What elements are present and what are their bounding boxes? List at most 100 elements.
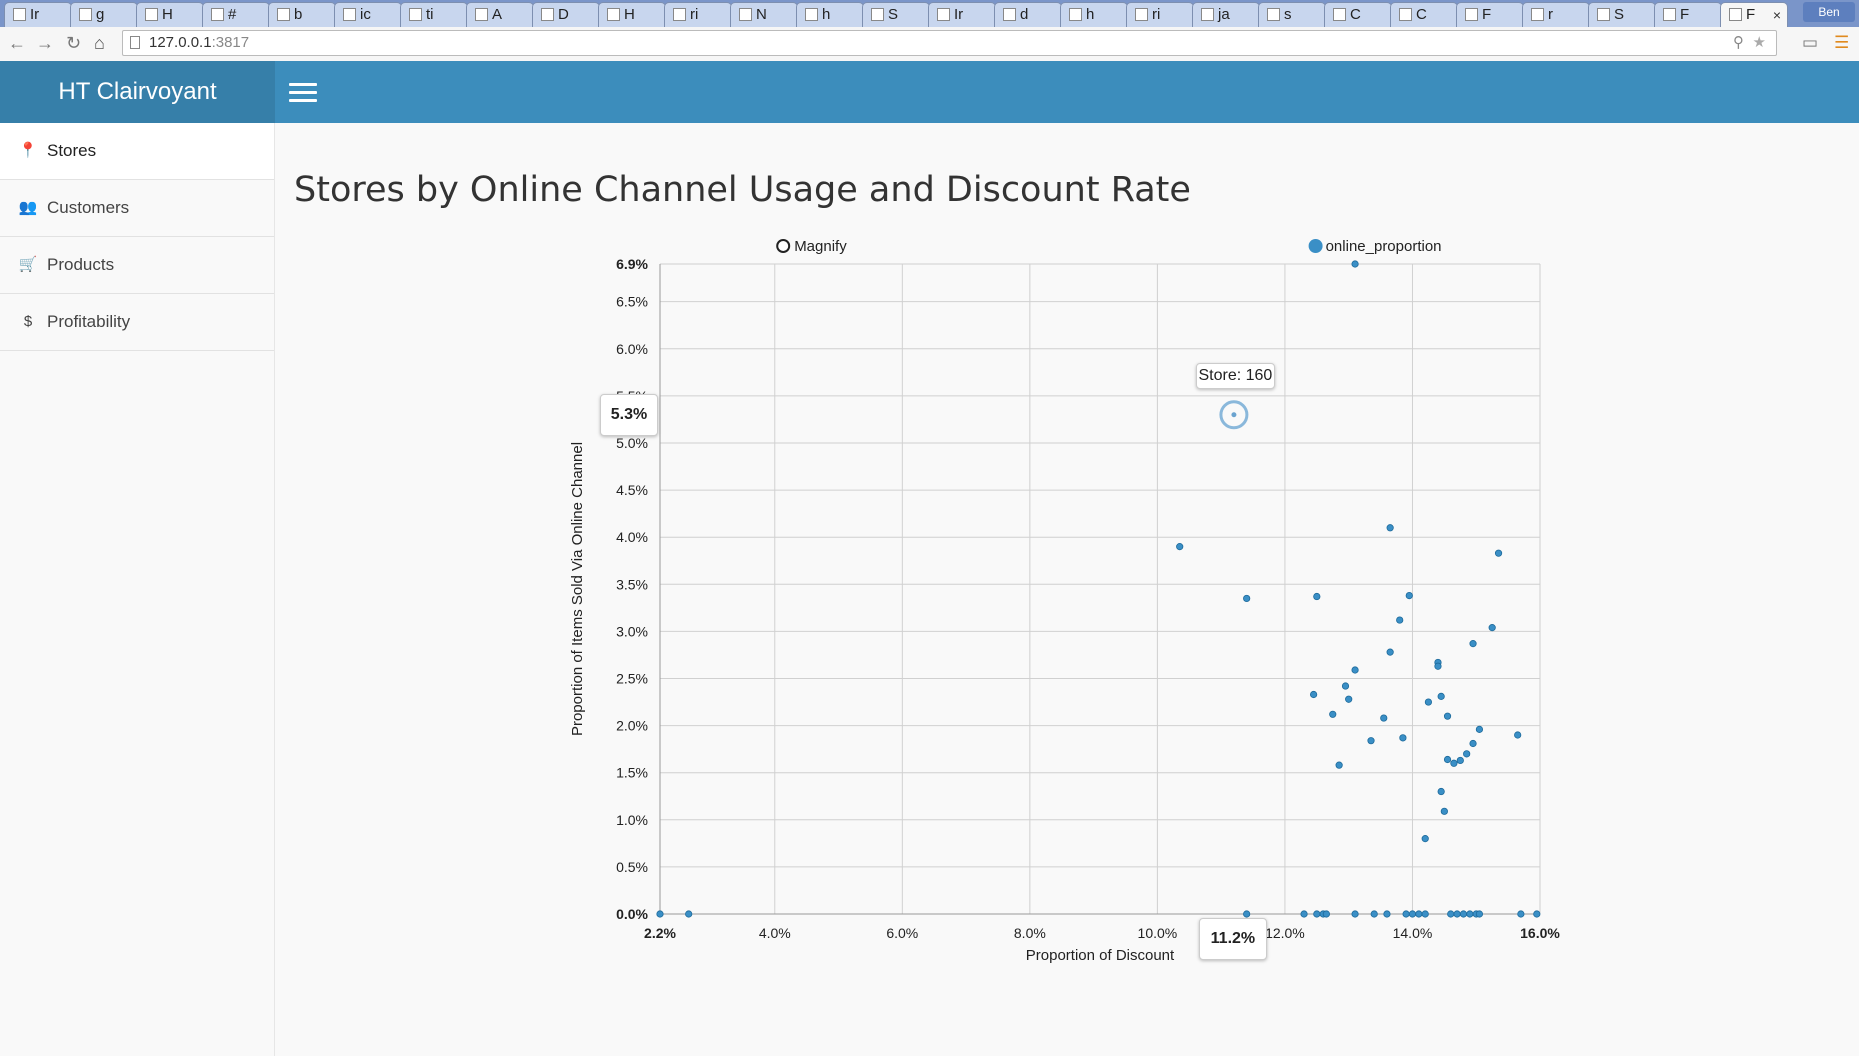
- browser-tab[interactable]: ti: [400, 2, 468, 27]
- data-point[interactable]: [1313, 592, 1321, 601]
- browser-tab[interactable]: #: [202, 2, 270, 27]
- data-point[interactable]: [1469, 739, 1477, 748]
- data-point[interactable]: [1396, 616, 1404, 624]
- data-point[interactable]: [1351, 910, 1359, 918]
- browser-tab[interactable]: d: [994, 2, 1062, 27]
- data-point[interactable]: [1466, 910, 1474, 918]
- forward-icon[interactable]: →: [36, 33, 54, 53]
- data-point[interactable]: [1310, 690, 1318, 699]
- data-point[interactable]: [1434, 662, 1442, 670]
- sidebar-item-products[interactable]: 🛒 Products: [0, 237, 274, 294]
- data-point[interactable]: [1453, 910, 1461, 918]
- browser-tab[interactable]: ri: [1126, 2, 1194, 27]
- data-point[interactable]: [1329, 710, 1337, 718]
- data-point[interactable]: [1322, 910, 1330, 918]
- data-point[interactable]: [1494, 549, 1503, 557]
- data-point[interactable]: [1475, 910, 1484, 918]
- data-point[interactable]: [1380, 714, 1388, 722]
- data-point[interactable]: [1443, 712, 1452, 720]
- sidebar-item-customers[interactable]: 👥 Customers: [0, 180, 274, 237]
- browser-tab[interactable]: r: [1522, 2, 1590, 27]
- data-point[interactable]: [1313, 910, 1321, 918]
- data-point[interactable]: [1443, 755, 1452, 764]
- data-point[interactable]: [1488, 624, 1496, 632]
- data-point[interactable]: [1399, 734, 1407, 742]
- browser-tab[interactable]: g: [70, 2, 138, 27]
- data-point[interactable]: [656, 910, 664, 918]
- reload-icon[interactable]: ↻: [66, 33, 81, 53]
- data-point[interactable]: [1447, 910, 1455, 918]
- data-point[interactable]: [1463, 750, 1471, 758]
- data-point[interactable]: [1533, 910, 1541, 918]
- browser-tab[interactable]: F: [1654, 2, 1722, 27]
- sidebar-item-stores[interactable]: 📍 Stores: [0, 123, 274, 180]
- legend-magnify-label[interactable]: Magnify: [794, 238, 847, 255]
- browser-tab[interactable]: H: [598, 2, 666, 27]
- back-icon[interactable]: ←: [8, 33, 26, 53]
- data-point[interactable]: [1456, 756, 1464, 765]
- legend-series-label[interactable]: online_proportion: [1326, 238, 1442, 255]
- browser-tab[interactable]: ja: [1192, 2, 1260, 27]
- menu-icon[interactable]: ☰: [1834, 33, 1849, 53]
- data-point[interactable]: [1367, 737, 1375, 745]
- browser-tab[interactable]: s: [1258, 2, 1326, 27]
- close-tab-icon[interactable]: ×: [1773, 3, 1781, 27]
- browser-tab[interactable]: S: [1588, 2, 1656, 27]
- profile-button[interactable]: Ben: [1803, 2, 1855, 22]
- browser-tab[interactable]: ri: [664, 2, 732, 27]
- data-point[interactable]: [1421, 835, 1429, 843]
- browser-tab[interactable]: C: [1390, 2, 1458, 27]
- data-point[interactable]: [1386, 648, 1394, 656]
- browser-tab[interactable]: ic: [334, 2, 402, 27]
- data-point[interactable]: [1341, 682, 1350, 690]
- data-point[interactable]: [1421, 910, 1429, 918]
- data-point[interactable]: [1243, 594, 1251, 603]
- browser-tab[interactable]: F: [1456, 2, 1524, 27]
- data-point[interactable]: [1475, 725, 1484, 733]
- browser-tab[interactable]: N: [730, 2, 798, 27]
- data-point[interactable]: [1514, 731, 1522, 739]
- data-point[interactable]: [1459, 910, 1468, 918]
- data-point[interactable]: [1415, 910, 1423, 918]
- data-point[interactable]: [1383, 910, 1391, 918]
- data-point[interactable]: [1300, 910, 1308, 918]
- data-point[interactable]: [1335, 761, 1343, 769]
- zoom-icon[interactable]: ⚲: [1733, 31, 1744, 55]
- hamburger-menu-icon[interactable]: [289, 83, 317, 103]
- data-point[interactable]: [1351, 260, 1359, 268]
- data-point[interactable]: [1469, 640, 1477, 648]
- bookmark-star-icon[interactable]: ★: [1753, 31, 1766, 55]
- browser-tab[interactable]: Ir: [4, 2, 72, 27]
- data-point[interactable]: [1345, 695, 1353, 703]
- legend-magnify-marker[interactable]: [776, 239, 791, 253]
- browser-tab[interactable]: Ir: [928, 2, 996, 27]
- browser-tab[interactable]: h: [1060, 2, 1128, 27]
- url-input[interactable]: 127.0.0.1:3817 ⚲ ★: [122, 30, 1777, 56]
- browser-tab[interactable]: F ×: [1720, 2, 1788, 27]
- browser-tab[interactable]: b: [268, 2, 336, 27]
- browser-tab[interactable]: H: [136, 2, 204, 27]
- data-point[interactable]: [1517, 910, 1525, 918]
- data-point[interactable]: [1176, 543, 1184, 551]
- data-point[interactable]: [1424, 698, 1433, 706]
- data-point[interactable]: [685, 910, 693, 918]
- data-point[interactable]: [1402, 910, 1410, 918]
- data-point[interactable]: [1351, 666, 1359, 674]
- data-point[interactable]: [1440, 807, 1448, 815]
- home-icon[interactable]: ⌂: [94, 33, 105, 53]
- data-point[interactable]: [1386, 524, 1394, 532]
- data-point[interactable]: [1437, 692, 1445, 700]
- sidebar-item-profitability[interactable]: $ Profitability: [0, 294, 274, 351]
- scatter-chart[interactable]: 0.0% 0.5% 1.0% 1.5% 2.0% 2.5% 3.0% 3.5% 4.0% 4.5%…: [560, 225, 1570, 985]
- data-point[interactable]: [1408, 910, 1417, 918]
- browser-tab[interactable]: D: [532, 2, 600, 27]
- browser-tab[interactable]: S: [862, 2, 930, 27]
- legend-series-marker[interactable]: [1308, 239, 1323, 253]
- data-point[interactable]: [1370, 910, 1378, 918]
- browser-tab[interactable]: h: [796, 2, 864, 27]
- cast-icon[interactable]: ▭: [1802, 33, 1818, 53]
- data-point[interactable]: [1437, 787, 1445, 796]
- data-point[interactable]: [1243, 910, 1251, 918]
- app-brand[interactable]: HT Clairvoyant: [0, 61, 275, 123]
- data-point[interactable]: [1405, 591, 1413, 600]
